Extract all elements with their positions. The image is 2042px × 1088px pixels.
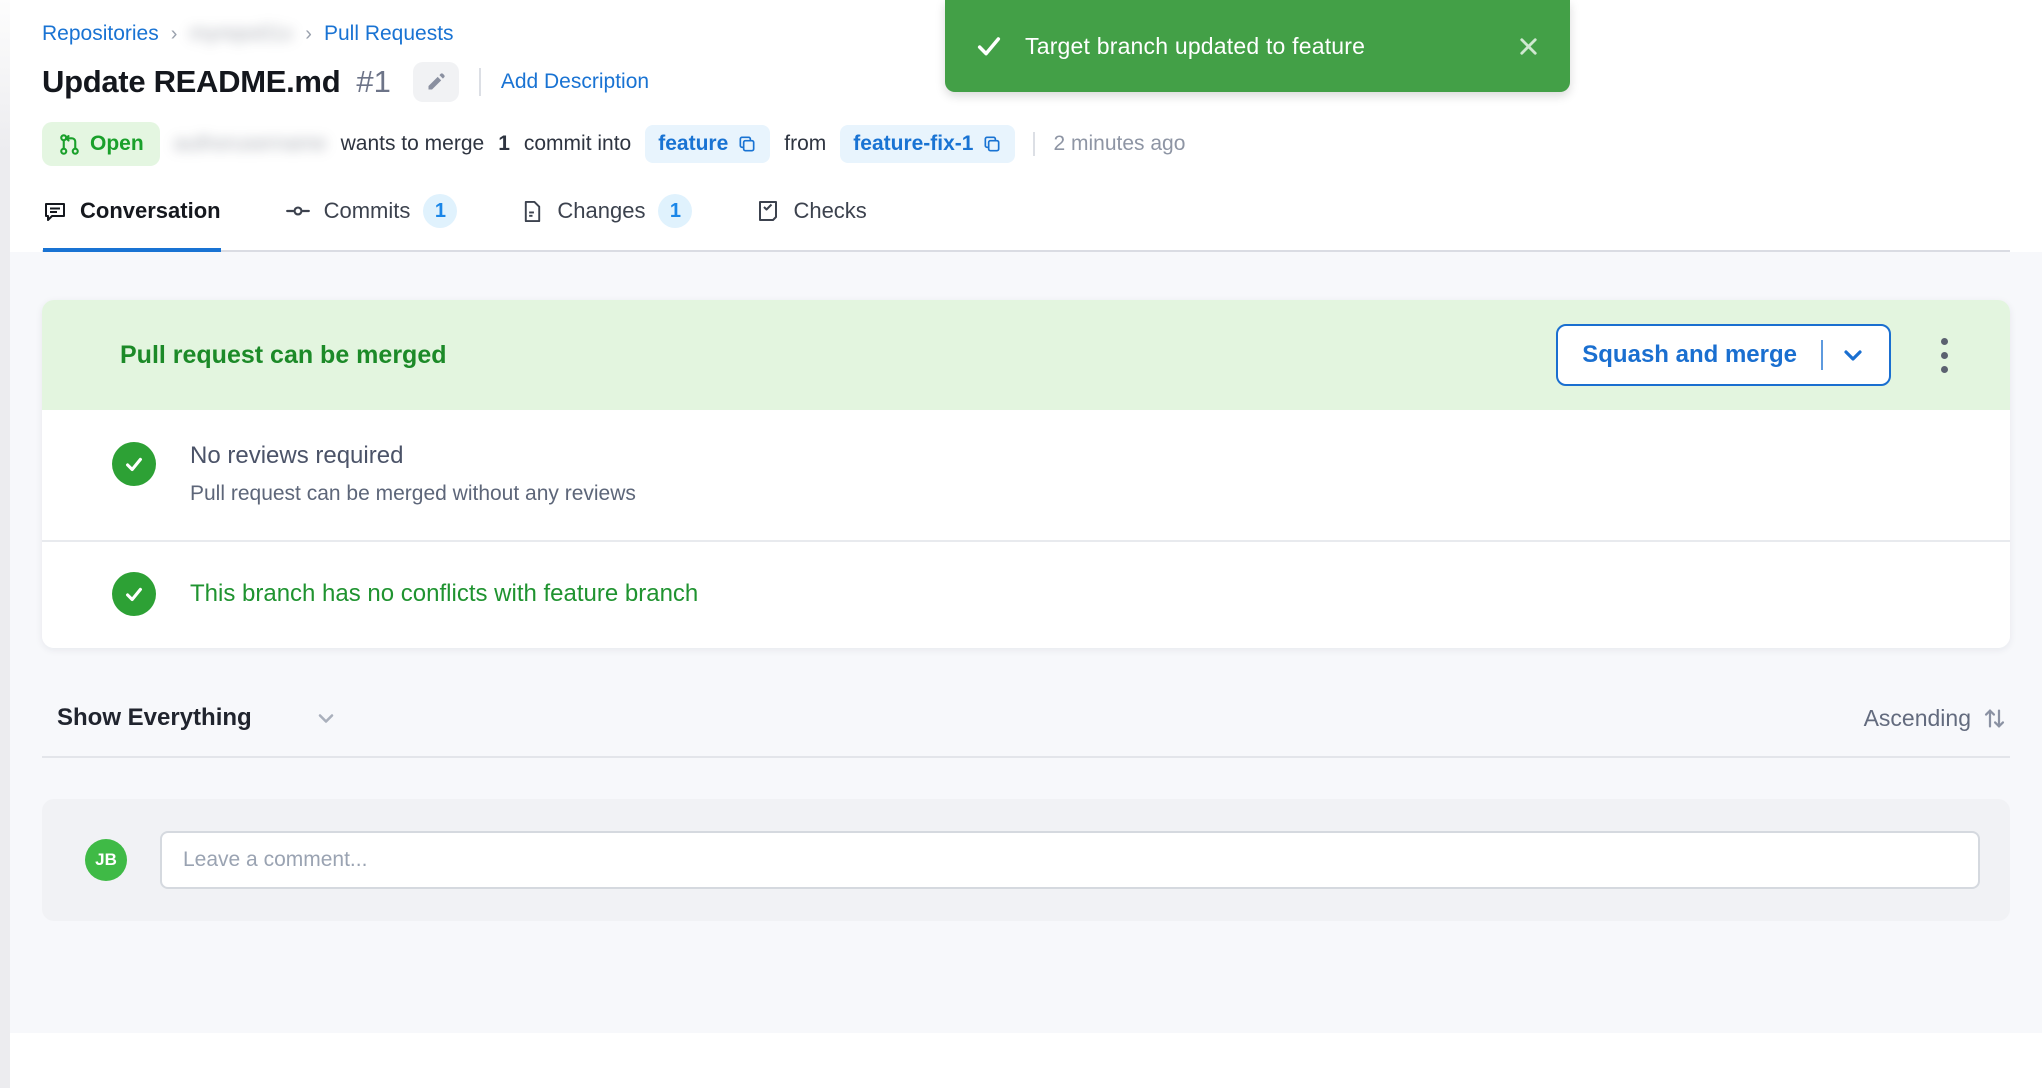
meta-text: from [784,132,826,156]
tab-label: Checks [793,198,866,224]
pull-request-icon [58,133,81,156]
status-badge: Open [42,122,160,166]
toast-success: Target branch updated to feature [945,0,1570,92]
file-icon [521,200,544,223]
chevron-down-icon[interactable] [1841,343,1865,367]
more-options-icon[interactable] [1935,332,1954,379]
commit-icon [285,198,311,224]
breadcrumb-separator: › [171,23,178,46]
breadcrumb-separator: › [305,23,312,46]
check-title: No reviews required [190,442,636,470]
tab-commits[interactable]: Commits 1 [285,194,458,252]
check-circle-icon [112,442,156,486]
check-texts: No reviews required Pull request can be … [190,442,636,506]
merge-status-card: Pull request can be merged Squash and me… [42,300,2010,648]
timeline-controls: Show Everything Ascending [42,704,2010,732]
edit-title-button[interactable] [413,62,459,102]
check-subtitle: Pull request can be merged without any r… [190,482,636,506]
tab-checks[interactable]: Checks [756,194,866,252]
source-branch-label: feature-fix-1 [853,132,973,156]
status-label: Open [90,132,144,156]
conversation-icon [43,199,67,223]
avatar: JB [85,839,127,881]
breadcrumb-pull-requests[interactable]: Pull Requests [324,22,454,46]
check-title: This branch has no conflicts with featur… [190,580,698,608]
merge-card-header: Pull request can be merged Squash and me… [42,300,2010,410]
meta-text: commit into [524,132,631,156]
breadcrumb-repo-name[interactable]: myrepo01x [189,22,293,46]
commit-count: 1 [498,132,510,156]
conversation-panel: Pull request can be merged Squash and me… [0,252,2042,1033]
left-edge-shadow [0,0,10,1088]
copy-icon[interactable] [982,134,1002,154]
add-description-link[interactable]: Add Description [501,70,649,94]
comment-input[interactable] [160,831,1980,889]
source-branch-badge[interactable]: feature-fix-1 [840,125,1015,163]
pr-number: #1 [356,64,390,100]
changes-count-badge: 1 [658,194,692,228]
chevron-down-icon [314,706,338,730]
check-icon [975,32,1003,60]
divider [1033,132,1035,156]
pr-author: authorusername [174,132,327,156]
sort-label: Ascending [1864,705,1971,732]
divider [42,756,2010,758]
comment-composer: JB [42,799,2010,921]
toast-message: Target branch updated to feature [1025,33,1365,60]
filter-dropdown[interactable]: Show Everything [57,704,338,732]
pencil-icon [425,72,446,93]
merge-check-reviews: No reviews required Pull request can be … [42,410,2010,542]
commits-count-badge: 1 [423,194,457,228]
target-branch-badge[interactable]: feature [645,125,770,163]
tab-label: Changes [557,198,645,224]
tab-changes[interactable]: Changes 1 [521,194,692,252]
merge-button-label: Squash and merge [1582,341,1797,369]
sort-arrows-icon [1981,705,2008,732]
checklist-icon [756,199,780,223]
page-title: Update README.md [42,64,340,100]
merge-actions: Squash and merge [1556,324,1954,386]
copy-icon[interactable] [737,134,757,154]
squash-and-merge-button[interactable]: Squash and merge [1556,324,1891,386]
divider [479,68,481,96]
target-branch-label: feature [658,132,728,156]
merge-check-conflicts: This branch has no conflicts with featur… [42,542,2010,648]
sort-toggle[interactable]: Ascending [1864,705,2008,732]
tab-label: Commits [324,198,411,224]
meta-text: wants to merge [341,132,485,156]
close-icon[interactable] [1517,35,1540,58]
breadcrumb-repositories[interactable]: Repositories [42,22,159,46]
divider [1821,340,1823,370]
merge-heading: Pull request can be merged [120,341,447,370]
check-circle-icon [112,572,156,616]
tab-label: Conversation [80,198,221,224]
pr-meta-row: Open authorusername wants to merge 1 com… [42,122,2010,166]
timestamp: 2 minutes ago [1053,132,1185,156]
filter-label: Show Everything [57,704,252,732]
tab-bar: Conversation Commits 1 Changes 1 Checks [42,194,2010,252]
tab-conversation[interactable]: Conversation [43,194,221,252]
